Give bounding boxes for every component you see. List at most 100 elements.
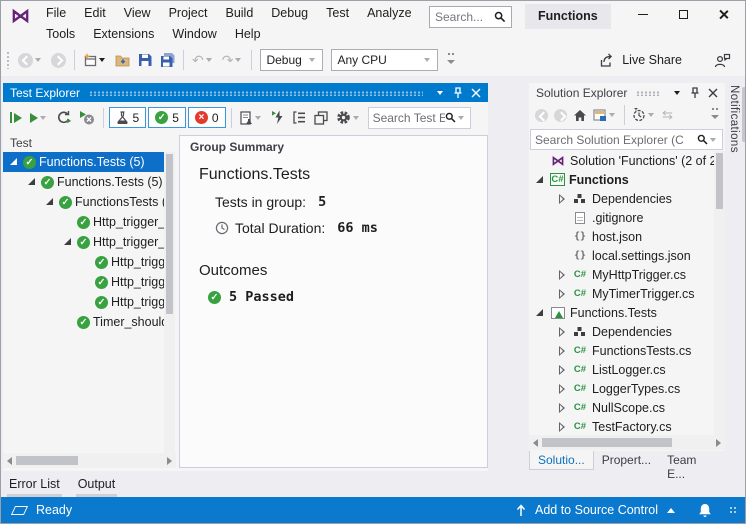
group-by-button[interactable] <box>289 109 309 126</box>
solution-tree-row[interactable]: Dependencies <box>529 322 714 341</box>
redo-button[interactable]: ↷ <box>219 50 247 70</box>
menu-edit[interactable]: Edit <box>75 3 115 23</box>
settings-button[interactable] <box>333 108 364 127</box>
total-tests-filter-button[interactable]: 5 <box>109 107 147 128</box>
navigate-forward-button[interactable] <box>48 50 69 71</box>
toolbar-overflow-button[interactable] <box>710 107 720 123</box>
run-button[interactable] <box>27 111 51 125</box>
tab-error-list[interactable]: Error List <box>7 475 62 493</box>
background-tasks-icon[interactable] <box>11 506 28 515</box>
tree-expander-icon[interactable] <box>556 193 568 205</box>
tree-expander-icon[interactable] <box>556 269 568 281</box>
test-tree-row[interactable]: ✓Http_trigger_shoul <box>3 212 164 232</box>
open-file-button[interactable] <box>112 51 133 70</box>
scroll-right-arrow[interactable] <box>712 435 725 450</box>
solution-tree-row[interactable]: C#Functions <box>529 170 714 189</box>
scroll-left-arrow[interactable] <box>529 435 542 450</box>
menu-analyze[interactable]: Analyze <box>358 3 420 23</box>
solution-search-box[interactable]: Search Solution Explorer (C <box>530 129 723 150</box>
scrollbar-thumb[interactable] <box>716 153 723 209</box>
solution-tree-row[interactable]: {}host.json <box>529 227 714 246</box>
solution-tree-row[interactable]: C#ListLogger.cs <box>529 360 714 379</box>
scrollbar-thumb[interactable] <box>542 438 672 447</box>
solution-explorer-title-bar[interactable]: Solution Explorer <box>529 83 725 102</box>
layers-button[interactable] <box>311 109 331 127</box>
solution-tree-vertical-scrollbar[interactable] <box>714 151 725 435</box>
pin-button[interactable] <box>450 85 466 101</box>
chevron-up-icon[interactable] <box>667 508 675 513</box>
solution-tree-row[interactable]: Functions.Tests <box>529 303 714 322</box>
minimize-button[interactable] <box>623 1 663 28</box>
toolbar-overflow-button[interactable] <box>446 52 456 68</box>
solution-tree-row[interactable]: C#TestFactory.cs <box>529 417 714 436</box>
solution-platform-dropdown[interactable]: Any CPU <box>331 49 438 71</box>
menu-build[interactable]: Build <box>216 3 262 23</box>
test-tree-row[interactable]: ✓FunctionsTests (5) <box>3 192 164 212</box>
window-position-menu-button[interactable] <box>669 85 685 101</box>
test-tree-row[interactable]: ✓Http_trigger_shoul <box>3 232 164 252</box>
run-all-tests-button[interactable] <box>7 110 25 125</box>
menu-test[interactable]: Test <box>317 3 358 23</box>
menu-window[interactable]: Window <box>163 24 225 44</box>
tree-expander-icon[interactable] <box>556 288 568 300</box>
scrollbar-thumb[interactable] <box>16 456 78 465</box>
tab-solutio[interactable]: Solutio... <box>529 451 594 470</box>
new-project-button[interactable] <box>80 50 110 70</box>
sync-with-active-document-button[interactable]: ⇆ <box>660 106 675 124</box>
close-panel-button[interactable] <box>705 85 721 101</box>
tree-expander-icon[interactable] <box>556 383 568 395</box>
tab-propert[interactable]: Propert... <box>594 451 659 470</box>
solution-tree-row[interactable]: C#MyTimerTrigger.cs <box>529 284 714 303</box>
window-position-menu-button[interactable] <box>432 85 448 101</box>
undo-button[interactable]: ↶ <box>189 50 217 70</box>
test-search-box[interactable]: Search Test E <box>368 107 471 129</box>
solution-tree-row[interactable]: C#LoggerTypes.cs <box>529 379 714 398</box>
menu-debug[interactable]: Debug <box>262 3 317 23</box>
test-tree-horizontal-scrollbar[interactable] <box>3 453 176 468</box>
tree-expander-icon[interactable] <box>8 156 20 168</box>
solution-tree-row[interactable]: C#FunctionsTests.cs <box>529 341 714 360</box>
scroll-right-arrow[interactable] <box>163 453 176 468</box>
solution-tree-row[interactable]: ⋈Solution 'Functions' (2 of 2 p <box>529 151 714 170</box>
cancel-run-button[interactable] <box>76 108 98 127</box>
test-tree-row[interactable]: ✓Http_trigger_sho <box>3 292 164 312</box>
live-share-button[interactable]: Live Share <box>622 53 682 67</box>
menu-project[interactable]: Project <box>160 3 217 23</box>
test-tree-row[interactable]: ✓Http_trigger_sho <box>3 272 164 292</box>
save-button[interactable] <box>135 50 155 70</box>
scrollbar-thumb[interactable] <box>166 154 173 314</box>
feedback-icon[interactable] <box>714 53 731 68</box>
test-tree-row[interactable]: ✓Functions.Tests (5) <box>3 152 164 172</box>
passed-tests-filter-button[interactable]: ✓ 5 <box>148 107 186 128</box>
solution-tree-row[interactable]: C#MyHttpTrigger.cs <box>529 265 714 284</box>
pin-button[interactable] <box>687 85 703 101</box>
repeat-last-run-button[interactable] <box>53 108 74 127</box>
quick-search-box[interactable]: Search... <box>429 6 512 28</box>
test-explorer-title-bar[interactable]: Test Explorer <box>3 83 488 102</box>
test-list-column-header[interactable]: Test <box>3 135 176 152</box>
solution-tree-row[interactable]: Dependencies <box>529 189 714 208</box>
test-tree-row[interactable]: ✓Timer_should_log_ <box>3 312 164 332</box>
switch-views-button[interactable] <box>591 107 619 124</box>
solution-tree-row[interactable]: C#NullScope.cs <box>529 398 714 417</box>
tree-expander-icon[interactable] <box>534 307 546 319</box>
solution-tree-row[interactable]: .gitignore <box>529 208 714 227</box>
tree-expander-icon[interactable] <box>62 236 74 248</box>
test-tree-row[interactable]: ✓Functions.Tests (5) <box>3 172 164 192</box>
tab-output[interactable]: Output <box>76 475 118 493</box>
menu-extensions[interactable]: Extensions <box>84 24 163 44</box>
notifications-scrollbar[interactable] <box>742 87 746 142</box>
maximize-button[interactable] <box>663 1 703 28</box>
close-button[interactable] <box>703 1 743 28</box>
tree-expander-icon[interactable] <box>556 326 568 338</box>
navigate-back-button[interactable] <box>533 107 550 124</box>
solution-tree-row[interactable]: {}local.settings.json <box>529 246 714 265</box>
failed-tests-filter-button[interactable]: × 0 <box>188 107 226 128</box>
add-to-source-control-button[interactable]: Add to Source Control <box>535 503 658 517</box>
save-all-button[interactable] <box>157 50 178 70</box>
tree-expander-icon[interactable] <box>534 174 546 186</box>
notifications-bell-icon[interactable] <box>698 503 712 518</box>
toolbar-drag-grip[interactable] <box>6 51 10 69</box>
tree-expander-icon[interactable] <box>556 421 568 433</box>
tree-expander-icon[interactable] <box>44 196 56 208</box>
